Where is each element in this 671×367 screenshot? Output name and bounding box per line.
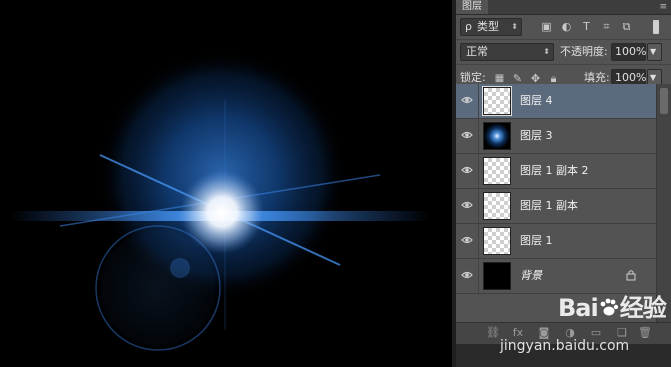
layer-row[interactable]: 图层 1 副本 [456, 189, 656, 224]
layer-row[interactable]: 图层 3 [456, 119, 656, 154]
opacity-dropdown[interactable]: ▼ [647, 43, 662, 61]
adjustment-filter-icon[interactable]: ◐ [560, 20, 573, 33]
opacity-value: 100% [615, 45, 647, 58]
layer-name[interactable]: 图层 3 [520, 128, 553, 144]
layer-thumbnail[interactable] [483, 157, 511, 185]
watermark-url: jingyan.baidu.com [500, 338, 630, 354]
pixel-filter-icon[interactable]: ▣ [540, 20, 553, 33]
blend-mode-value: 正常 [466, 45, 488, 58]
layers-list: 图层 4 图层 3 图层 1 副本 2 图层 1 副本 图层 1 背景 [456, 84, 656, 294]
type-filter-icon[interactable]: T [580, 20, 593, 33]
layer-thumbnail[interactable] [483, 192, 511, 220]
layer-thumbnail[interactable] [483, 122, 511, 150]
eye-icon [461, 96, 473, 104]
paw-icon [598, 296, 620, 316]
filter-toggle[interactable] [653, 20, 659, 34]
layer-thumbnail[interactable] [482, 86, 512, 116]
eye-icon [461, 271, 473, 279]
delete-layer-icon[interactable]: 🗑︎ [638, 327, 652, 339]
panel-menu-icon[interactable]: ≡ [659, 1, 667, 13]
layer-name[interactable]: 图层 1 副本 [520, 198, 578, 214]
baidu-jingyan-logo: Bai 经验 [558, 288, 667, 323]
eye-icon [461, 131, 473, 139]
tab-layers[interactable]: 图层 [456, 0, 488, 14]
eye-icon [461, 236, 473, 244]
visibility-toggle[interactable] [456, 189, 479, 223]
layer-thumbnail[interactable] [483, 227, 511, 255]
layer-name[interactable]: 图层 1 [520, 233, 553, 249]
stepper-icon: ⬍ [511, 22, 518, 31]
layer-row[interactable]: 图层 1 [456, 224, 656, 259]
lens-flare-image [10, 50, 430, 351]
filter-row: ρ 类型 ⬍ ▣ ◐ T ⌗ ⧉ [456, 15, 671, 40]
opacity-input[interactable]: 100% [611, 43, 646, 61]
layer-name[interactable]: 图层 1 副本 2 [520, 163, 589, 179]
layer-row[interactable]: 图层 4 [456, 84, 656, 119]
visibility-toggle[interactable] [456, 154, 479, 188]
chevron-down-icon: ▼ [650, 47, 657, 56]
blend-mode-select[interactable]: 正常 ⬍ [460, 43, 554, 61]
layer-name[interactable]: 图层 4 [520, 93, 553, 109]
logo-text-jingyan: 经验 [619, 294, 667, 322]
visibility-toggle[interactable] [456, 119, 479, 153]
layer-thumbnail[interactable] [483, 262, 511, 290]
link-layers-icon[interactable]: ⛓ [486, 327, 500, 339]
blend-row: 正常 ⬍ 不透明度: 100% ▼ [456, 40, 671, 65]
stepper-icon: ⬍ [543, 47, 550, 56]
eye-icon [461, 201, 473, 209]
lock-icon [626, 270, 636, 281]
logo-text-bai: Bai [558, 294, 599, 322]
opacity-label: 不透明度: [560, 45, 608, 58]
smart-object-filter-icon[interactable]: ⧉ [620, 20, 633, 33]
filter-kind-select[interactable]: ρ 类型 ⬍ [460, 18, 522, 36]
document-canvas[interactable] [0, 0, 452, 367]
layer-row[interactable]: 图层 1 副本 2 [456, 154, 656, 189]
visibility-toggle[interactable] [456, 84, 479, 118]
eye-icon [461, 166, 473, 174]
layer-name[interactable]: 背景 [520, 268, 542, 284]
shape-filter-icon[interactable]: ⌗ [600, 20, 613, 33]
search-icon: ρ [465, 20, 472, 33]
scrollbar-thumb[interactable] [660, 88, 668, 114]
filter-kind-label: 类型 [477, 20, 499, 33]
panel-tab-bar: 图层 ≡ [456, 0, 671, 15]
visibility-toggle[interactable] [456, 224, 479, 258]
visibility-toggle[interactable] [456, 259, 479, 293]
